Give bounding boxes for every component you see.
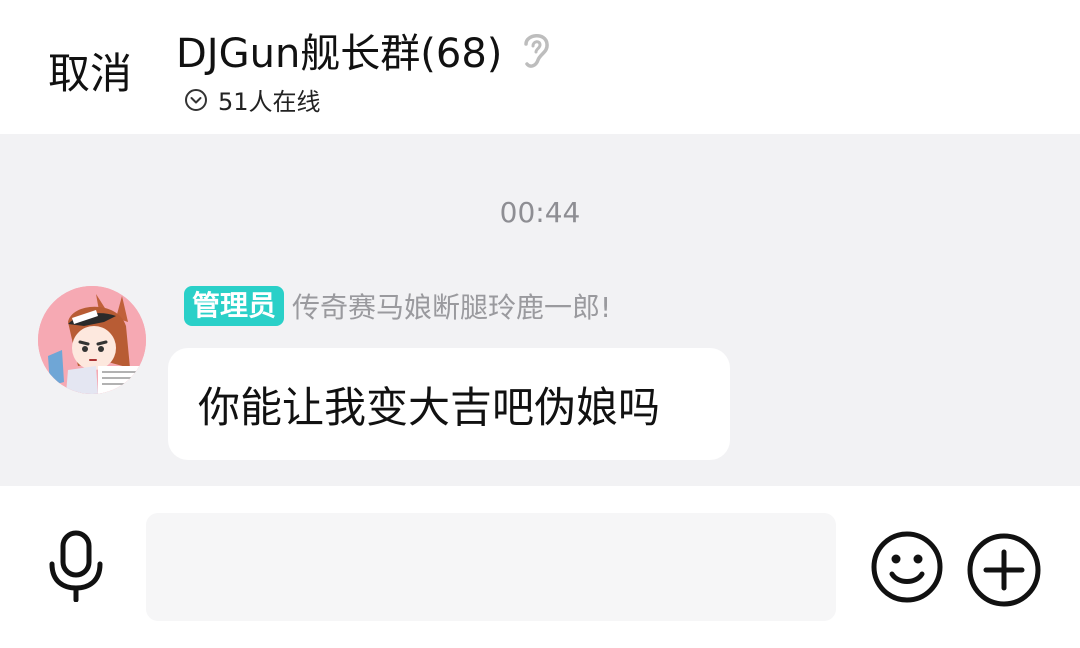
plus-circle-icon[interactable] [966, 532, 1042, 608]
chat-header: 取消 DJGun舰长群(68) 51人在线 [0, 0, 1080, 134]
ear-icon[interactable] [518, 28, 554, 72]
cancel-button[interactable]: 取消 [48, 40, 132, 101]
message-timestamp: 00:44 [499, 196, 581, 229]
avatar-image [38, 286, 146, 394]
online-count: 51人在线 [218, 88, 321, 116]
online-status[interactable]: 51人在线 [184, 82, 321, 117]
smiley-icon[interactable] [870, 530, 944, 604]
avatar[interactable] [38, 286, 146, 394]
chevron-down-circle-icon [185, 88, 207, 111]
message-sender: 管理员 传奇赛马娘断腿玲鹿一郎! [184, 286, 611, 326]
group-title-area[interactable]: DJGun舰长群(68) [176, 24, 554, 77]
sender-name[interactable]: 传奇赛马娘断腿玲鹿一郎! [292, 286, 611, 326]
group-title: DJGun舰长群(68) [176, 31, 503, 77]
microphone-icon[interactable] [44, 530, 108, 602]
admin-badge: 管理员 [184, 286, 285, 326]
input-bar [0, 486, 1080, 648]
message-list[interactable]: 00:44 管理员 传奇赛马娘断腿玲鹿一郎! 你能让我变大吉吧伪娘吗 [0, 134, 1080, 486]
message-input[interactable] [146, 513, 836, 621]
message-bubble[interactable]: 你能让我变大吉吧伪娘吗 [168, 348, 730, 460]
